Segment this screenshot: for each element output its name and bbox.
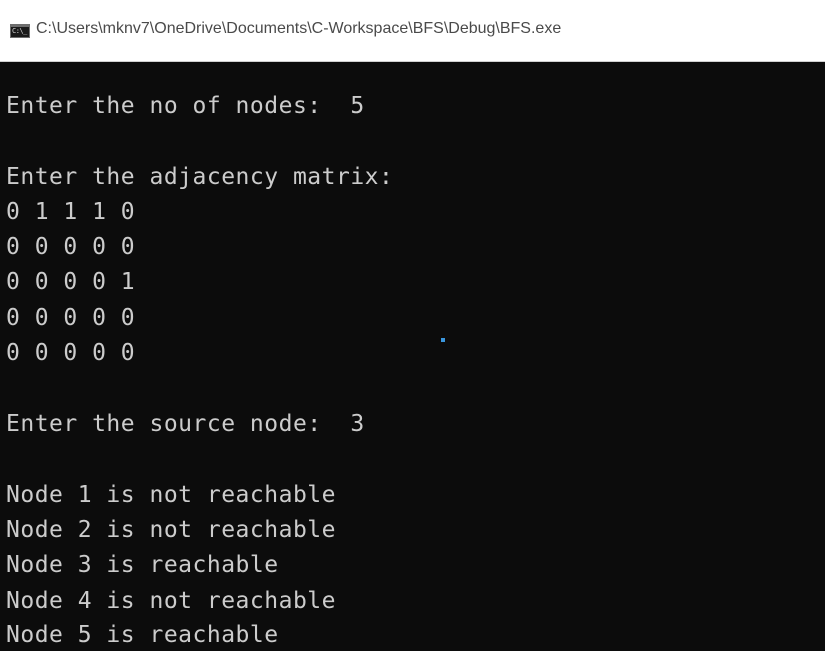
- console-line-node-4-result: Node 4 is not reachable: [6, 588, 336, 614]
- console-line-source-prompt: Enter the source node: 3: [6, 411, 365, 437]
- title-bar[interactable]: C:\_ C:\Users\mknv7\OneDrive\Documents\C…: [0, 0, 825, 62]
- console-line-nodes-prompt: Enter the no of nodes: 5: [6, 93, 365, 119]
- console-line-node-5-result: Node 5 is reachable: [6, 622, 279, 648]
- console-line-matrix-row-5: 0 0 0 0 0: [6, 340, 136, 366]
- mouse-cursor-dot: [441, 338, 445, 342]
- console-app-icon[interactable]: C:\_: [10, 24, 30, 38]
- console-line-matrix-row-1: 0 1 1 1 0: [6, 199, 136, 225]
- window-title: C:\Users\mknv7\OneDrive\Documents\C-Work…: [36, 20, 562, 37]
- console-line-matrix-row-3: 0 0 0 0 1: [6, 269, 136, 295]
- console-line-matrix-prompt: Enter the adjacency matrix:: [6, 164, 394, 190]
- console-line-node-1-result: Node 1 is not reachable: [6, 482, 336, 508]
- console-line-node-2-result: Node 2 is not reachable: [6, 517, 336, 543]
- console-line-matrix-row-2: 0 0 0 0 0: [6, 234, 136, 260]
- console-line-node-3-result: Node 3 is reachable: [6, 552, 279, 578]
- console-line-matrix-row-4: 0 0 0 0 0: [6, 305, 136, 331]
